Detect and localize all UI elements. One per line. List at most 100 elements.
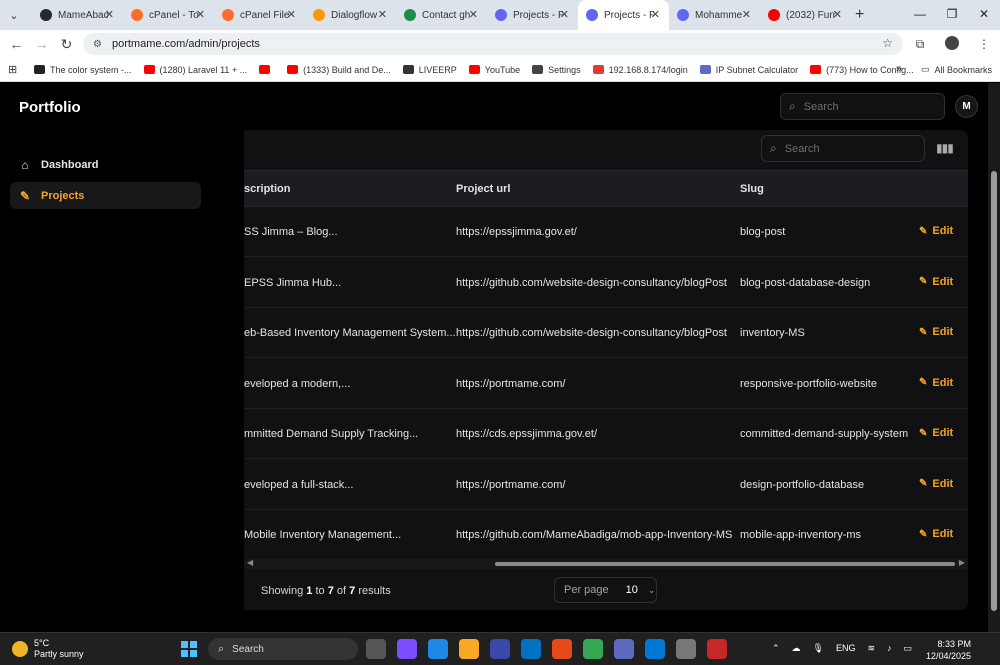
all-bookmarks[interactable]: ▭ All Bookmarks xyxy=(921,64,992,75)
menu-icon[interactable]: ⋮ xyxy=(968,37,1000,51)
scroll-left-icon[interactable]: ◀ xyxy=(247,558,253,567)
horizontal-scrollbar[interactable]: ◀ ▶ xyxy=(244,558,968,569)
bookmark-item[interactable]: (1280) Laravel 11 + ... xyxy=(143,65,247,75)
windows-start-icon[interactable] xyxy=(181,641,197,657)
site-info-icon[interactable]: ⚙ xyxy=(93,39,102,50)
volume-icon[interactable]: ♪ xyxy=(887,643,892,654)
bookmark-item[interactable]: The color system -... xyxy=(34,65,132,75)
settings-icon[interactable] xyxy=(676,639,696,659)
pagination-summary: Showing 1 to 7 of 7 results xyxy=(261,585,391,597)
taskbar-search[interactable]: ⌕ Search xyxy=(208,638,358,660)
cell-description: eveloped a full-stack... xyxy=(244,478,354,491)
bookmark-item[interactable]: (1333) Build and De... xyxy=(287,65,391,75)
browser-tab[interactable]: Projects - F ✕ xyxy=(578,0,669,30)
bookmark-item[interactable]: YouTube xyxy=(468,65,520,75)
edit-button[interactable]: ✎ Edit xyxy=(919,528,953,540)
browser-tab[interactable]: Contact gh ✕ xyxy=(396,0,487,30)
horizontal-scroll-thumb[interactable] xyxy=(495,562,955,566)
edit-button[interactable]: ✎ Edit xyxy=(919,225,953,237)
browser-tab[interactable]: (2032) Furn ✕ xyxy=(760,0,851,30)
wifi-icon[interactable]: ≋ xyxy=(868,643,876,654)
edit-button[interactable]: ✎ Edit xyxy=(919,377,953,389)
address-bar[interactable]: ⚙ portmame.com/admin/projects ☆ xyxy=(83,33,903,55)
column-header-project-url[interactable]: Project url xyxy=(456,183,510,195)
bookmark-item[interactable]: 192.168.8.174/login xyxy=(592,65,688,75)
user-avatar[interactable]: M xyxy=(955,95,978,118)
apps-grid-icon[interactable]: ⊞ xyxy=(8,63,28,76)
bookmark-item[interactable]: Settings xyxy=(532,65,581,75)
vscode-icon[interactable] xyxy=(645,639,665,659)
edit-button[interactable]: ✎ Edit xyxy=(919,276,953,288)
maximize-icon[interactable]: ❐ xyxy=(936,0,968,30)
browser-tab[interactable]: MameAbadi ✕ xyxy=(32,0,123,30)
file-explorer-icon[interactable] xyxy=(459,639,479,659)
close-tab-icon[interactable]: ✕ xyxy=(742,8,751,21)
cell-description: eveloped a modern,... xyxy=(244,377,351,390)
task-view-icon[interactable] xyxy=(366,639,386,659)
browser-tab[interactable]: Projects - F ✕ xyxy=(487,0,578,30)
browser-tab[interactable]: cPanel - To ✕ xyxy=(123,0,214,30)
store-icon[interactable] xyxy=(490,639,510,659)
network-tool-icon[interactable] xyxy=(614,639,634,659)
edit-button[interactable]: ✎ Edit xyxy=(919,427,953,439)
bookmark-star-icon[interactable]: ☆ xyxy=(882,36,893,50)
more-bookmarks-icon[interactable]: » xyxy=(896,63,902,75)
cloud-icon[interactable]: ☁ xyxy=(792,643,801,654)
table-search-input[interactable]: ⌕ Search xyxy=(761,135,925,162)
bookmark-item[interactable] xyxy=(259,65,275,75)
tab-search-icon[interactable]: ⌄ xyxy=(4,5,24,25)
copilot-icon[interactable] xyxy=(397,639,417,659)
weather-desc: Partly sunny xyxy=(34,649,84,659)
sidebar-item-projects[interactable]: ✎ Projects xyxy=(10,182,201,209)
browser-tab[interactable]: Dialogflow ✕ xyxy=(305,0,396,30)
close-tab-icon[interactable]: ✕ xyxy=(560,8,569,21)
global-search-placeholder: Search xyxy=(803,100,839,113)
scroll-right-icon[interactable]: ▶ xyxy=(959,558,965,567)
vertical-scroll-thumb[interactable] xyxy=(991,171,997,611)
global-search-input[interactable]: ⌕ Search xyxy=(780,93,945,120)
per-page-select[interactable]: Per page 10 ⌄ xyxy=(554,577,657,603)
edit-icon: ✎ xyxy=(919,478,928,489)
close-tab-icon[interactable]: ✕ xyxy=(105,8,114,21)
weather-widget[interactable]: 5°C Partly sunny xyxy=(12,638,84,660)
page-vertical-scrollbar[interactable] xyxy=(988,83,1000,632)
browser-tab[interactable]: Mohamme ✕ xyxy=(669,0,760,30)
close-tab-icon[interactable]: ✕ xyxy=(833,8,842,21)
new-tab-icon[interactable]: + xyxy=(855,6,864,24)
browser-tab[interactable]: cPanel File ✕ xyxy=(214,0,305,30)
edge-icon[interactable] xyxy=(428,639,448,659)
chrome-icon[interactable] xyxy=(583,639,603,659)
bookmark-item[interactable]: LIVEERP xyxy=(402,65,457,75)
language-indicator[interactable]: ENG xyxy=(836,643,856,654)
bookmark-item[interactable]: IP Subnet Calculator xyxy=(699,65,798,75)
close-tab-icon[interactable]: ✕ xyxy=(196,8,205,21)
column-header-description[interactable]: scription xyxy=(244,183,290,195)
system-clock[interactable]: 8:33 PM 12/04/2025 xyxy=(926,638,971,662)
edit-button[interactable]: ✎ Edit xyxy=(919,478,953,490)
per-page-label: Per page xyxy=(564,584,609,596)
battery-icon[interactable]: ▭ xyxy=(904,643,913,654)
tab-title: Contact gh xyxy=(422,9,471,21)
outlook-icon[interactable] xyxy=(521,639,541,659)
forward-icon[interactable]: → xyxy=(29,36,54,52)
minimize-icon[interactable]: — xyxy=(904,0,936,30)
column-header-slug[interactable]: Slug xyxy=(740,183,764,195)
reload-icon[interactable]: ↻ xyxy=(54,36,79,53)
edit-button[interactable]: ✎ Edit xyxy=(919,326,953,338)
chevron-up-icon[interactable]: ⌃ xyxy=(772,643,780,654)
back-icon[interactable]: ← xyxy=(4,36,29,52)
close-tab-icon[interactable]: ✕ xyxy=(378,8,387,21)
microphone-icon[interactable]: 🎙 xyxy=(813,643,824,654)
sidebar-item-dashboard[interactable]: ⌂ Dashboard xyxy=(10,151,201,178)
close-tab-icon[interactable]: ✕ xyxy=(651,8,660,21)
range-to: 7 xyxy=(327,585,334,597)
bookmark-favicon-icon xyxy=(699,65,711,74)
app-icon[interactable] xyxy=(707,639,727,659)
column-toggle-icon[interactable]: ▮▮▮ xyxy=(936,141,954,155)
close-tab-icon[interactable]: ✕ xyxy=(469,8,478,21)
close-window-icon[interactable]: ✕ xyxy=(968,0,1000,30)
profile-icon[interactable] xyxy=(936,35,968,53)
extensions-icon[interactable]: ⧉ xyxy=(904,37,936,52)
close-tab-icon[interactable]: ✕ xyxy=(287,8,296,21)
xampp-icon[interactable] xyxy=(552,639,572,659)
